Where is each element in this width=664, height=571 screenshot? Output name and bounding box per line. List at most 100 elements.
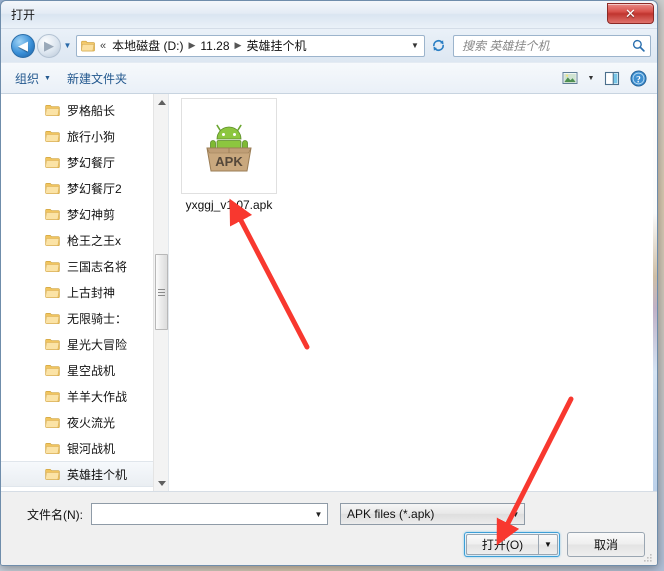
scrollbar-thumb[interactable] [155,254,168,330]
cancel-button[interactable]: 取消 [567,532,645,557]
folder-icon [45,468,60,480]
dialog-body: 罗格船长 旅行小狗 梦幻餐厅 梦幻餐厅2 梦幻神剪 枪王之王x 三国志名将 上古… [1,94,657,492]
forward-button[interactable]: ▶ [37,33,61,58]
tree-item-label: 罗格船长 [67,103,116,118]
breadcrumb-item-2[interactable]: 英雄挂个机 [243,36,309,55]
address-bar[interactable]: « 本地磁盘 (D:) ▶ 11.28 ▶ 英雄挂个机 ▼ [76,34,425,57]
folder-icon [45,312,60,324]
tree-item-3[interactable]: 梦幻餐厅2 [1,175,153,201]
open-split-button[interactable]: 打开(O) ▼ [464,532,560,557]
tree-item-label: 星空战机 [67,363,116,378]
folder-icon [45,260,60,272]
open-file-dialog: 打开 ✕ ◀ ▶ ▼ « 本地磁盘 (D:) ▶ 11.28 ▶ 英雄挂个机 ▼… [0,0,658,566]
view-dropdown-icon[interactable]: ▼ [583,66,599,90]
tree-item-2[interactable]: 梦幻餐厅 [1,149,153,175]
folder-icon [45,286,60,298]
forward-arrow-icon: ▶ [44,38,54,53]
filename-label: 文件名(N): [27,507,83,522]
tree-item-selected[interactable]: 英雄挂个机 [1,461,153,487]
tree-item-5[interactable]: 枪王之王x [1,227,153,253]
help-button[interactable]: ? [625,66,651,90]
dialog-buttons: 打开(O) ▼ 取消 [464,532,645,557]
scroll-down-button[interactable] [154,475,168,491]
tree-item-6[interactable]: 三国志名将 [1,253,153,279]
tree-item-label: 夜火流光 [67,415,116,430]
open-dropdown-icon[interactable]: ▼ [538,534,558,555]
tree-item-label: 梦幻餐厅2 [67,181,122,196]
tree-item-label: 羊羊大作战 [67,389,128,404]
filename-input[interactable] [92,504,310,524]
dialog-footer: 文件名(N): ▼ APK files (*.apk) ▼ 打开(O) ▼ 取消 [1,492,657,565]
tree-item-label: 枪王之王x [67,233,122,248]
file-name-label: yxggj_v1.07.apk [185,198,273,212]
tree-item-4[interactable]: 梦幻神剪 [1,201,153,227]
tree-item-11[interactable]: 羊羊大作战 [1,383,153,409]
preview-pane-icon [604,71,620,85]
close-icon: ✕ [625,6,636,21]
scroll-up-button[interactable] [154,94,168,110]
filename-row: 文件名(N): ▼ APK files (*.apk) ▼ [13,503,645,525]
file-type-filter[interactable]: APK files (*.apk) ▼ [340,503,525,525]
command-bar: 组织 ▼ 新建文件夹 ▼ ? [1,62,657,94]
navigation-pane-scrollbar[interactable] [153,94,168,491]
folder-icon [45,442,60,454]
resize-grip-icon[interactable] [642,552,654,564]
folder-icon [45,208,60,220]
close-button[interactable]: ✕ [607,3,654,24]
tree-item-8[interactable]: 无限骑士： [1,305,153,331]
breadcrumb-overflow[interactable]: « [97,40,109,52]
breadcrumb-separator-icon[interactable]: ▶ [186,40,197,51]
folder-tree: 罗格船长 旅行小狗 梦幻餐厅 梦幻餐厅2 梦幻神剪 枪王之王x 三国志名将 上古… [1,94,153,491]
tree-item-7[interactable]: 上古封神 [1,279,153,305]
tree-item-12[interactable]: 夜火流光 [1,409,153,435]
change-view-button[interactable] [557,66,583,90]
window-title: 打开 [11,8,36,22]
tree-item-15[interactable]: 原子战士 [1,487,153,491]
back-arrow-icon: ◀ [18,38,28,53]
filter-dropdown-icon[interactable]: ▼ [507,510,524,519]
breadcrumb: « 本地磁盘 (D:) ▶ 11.28 ▶ 英雄挂个机 [97,36,406,55]
search-icon [630,39,646,52]
svg-text:?: ? [636,75,641,85]
refresh-button[interactable] [427,35,449,57]
tree-item-label: 三国志名将 [67,259,128,274]
folder-icon [45,234,60,246]
address-dropdown-icon[interactable]: ▼ [406,41,424,50]
file-type-filter-value: APK files (*.apk) [347,507,435,521]
open-button[interactable]: 打开(O) [466,534,538,555]
filename-combobox[interactable]: ▼ [91,503,328,525]
folder-icon [45,130,60,142]
chevron-down-icon [157,480,166,486]
tree-item-0[interactable]: 罗格船长 [1,97,153,123]
tree-item-1[interactable]: 旅行小狗 [1,123,153,149]
navigation-pane: 罗格船长 旅行小狗 梦幻餐厅 梦幻餐厅2 梦幻神剪 枪王之王x 三国志名将 上古… [1,94,169,491]
preview-pane-button[interactable] [599,66,625,90]
folder-icon [45,416,60,428]
breadcrumb-item-1[interactable]: 11.28 [197,38,232,54]
file-thumbnail: APK [181,98,277,194]
filename-dropdown-icon[interactable]: ▼ [310,510,327,519]
file-list-pane[interactable]: APK yxggj_v1.07.apk [169,94,657,491]
view-thumbnails-icon [562,72,578,84]
chevron-up-icon [157,99,166,105]
breadcrumb-separator-icon[interactable]: ▶ [233,40,244,51]
tree-item-9[interactable]: 星光大冒险 [1,331,153,357]
recent-pages-button[interactable]: ▼ [61,41,74,50]
tree-item-label: 星光大冒险 [67,337,128,352]
file-item[interactable]: APK yxggj_v1.07.apk [179,98,279,212]
chevron-down-icon: ▼ [44,74,51,82]
tree-item-label: 银河战机 [67,441,116,456]
new-folder-button[interactable]: 新建文件夹 [59,66,135,91]
search-box[interactable]: 搜索 英雄挂个机 [453,34,651,57]
folder-icon [79,40,97,52]
window-edge-strip [653,94,657,491]
organize-button[interactable]: 组织 ▼ [7,66,59,91]
tree-item-13[interactable]: 银河战机 [1,435,153,461]
tree-item-label: 上古封神 [67,285,116,300]
breadcrumb-item-0[interactable]: 本地磁盘 (D:) [109,36,186,55]
tree-item-10[interactable]: 星空战机 [1,357,153,383]
back-button[interactable]: ◀ [11,33,35,58]
folder-icon [45,364,60,376]
search-input[interactable]: 搜索 英雄挂个机 [462,37,630,54]
tree-item-label: 旅行小狗 [67,129,116,144]
